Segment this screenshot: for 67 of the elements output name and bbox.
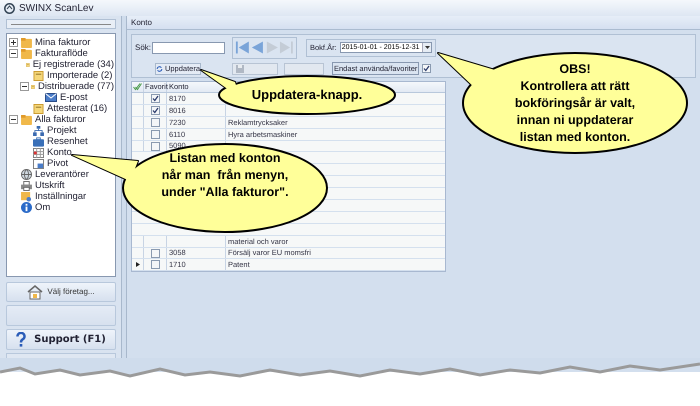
callout-text: Uppdatera-knapp.: [250, 86, 364, 104]
callout-text: bokföringsår är valt,: [514, 95, 636, 112]
caret-icon: [424, 46, 430, 50]
tree-item[interactable]: Resenhet: [46, 136, 89, 147]
tree-item[interactable]: Attesterat (16): [46, 103, 108, 114]
callout-text: Listan med konton: [169, 150, 281, 167]
tree-item[interactable]: E-post: [59, 92, 88, 103]
checkmarks-icon: [133, 83, 142, 91]
only-used-checkbox[interactable]: [422, 64, 432, 73]
favorite-checkbox[interactable]: [150, 106, 160, 115]
tree-item[interactable]: Konto: [46, 147, 73, 158]
tree-item[interactable]: Fakturaflöde: [34, 48, 89, 59]
table-icon: [33, 148, 44, 158]
favorite-checkbox[interactable]: [150, 142, 160, 150]
printer-icon: [21, 180, 32, 190]
folder-icon: [21, 48, 32, 58]
panel-title: Konto: [131, 16, 152, 28]
favorite-checkbox[interactable]: [150, 130, 160, 139]
tree-item[interactable]: Importerade (2): [46, 70, 114, 81]
tree-item[interactable]: Pivot: [46, 158, 70, 169]
callout-text: listan med konton.: [520, 129, 630, 146]
mail-icon: [45, 93, 57, 102]
select-company-button[interactable]: Välj företag...: [6, 282, 116, 302]
folder-icon: [21, 114, 32, 124]
callout-text: under "Alla fakturor".: [161, 184, 289, 201]
globe-icon: [21, 169, 32, 180]
tree-item[interactable]: Inställningar: [34, 191, 88, 202]
previous-page-icon[interactable]: [250, 40, 264, 56]
pivot-table-icon: [33, 158, 44, 168]
tree-item[interactable]: Alla fakturor: [34, 114, 87, 125]
first-page-icon[interactable]: [235, 40, 250, 56]
favorite-checkbox[interactable]: [150, 248, 160, 258]
tree-item[interactable]: Om: [34, 202, 52, 213]
search-label: Sök:: [135, 42, 152, 54]
house-icon: [27, 284, 44, 300]
expand-toggle[interactable]: [9, 38, 18, 47]
favorite-checkbox[interactable]: [150, 260, 160, 270]
support-button[interactable]: Support (F1): [6, 329, 116, 350]
tree-item[interactable]: Projekt: [46, 125, 78, 136]
favorite-checkbox[interactable]: [150, 118, 160, 127]
callout-text: innan ni uppdaterar: [516, 112, 634, 129]
tree-item[interactable]: Distribuerade (77): [36, 81, 115, 92]
document-icon: [33, 104, 44, 114]
folder-icon: [21, 38, 32, 48]
window-title: SWINX ScanLev: [19, 2, 94, 16]
settings-icon: [21, 192, 32, 202]
briefcase-icon: [33, 136, 44, 146]
info-icon: [21, 202, 32, 213]
tree-item[interactable]: Leverantörer: [34, 169, 90, 180]
tree-item[interactable]: Utskrift: [34, 180, 66, 191]
search-field[interactable]: [152, 42, 225, 54]
app-logo-icon: [4, 2, 15, 14]
callout-text: når man från menyn,: [162, 167, 288, 184]
expand-toggle[interactable]: [9, 49, 18, 58]
expand-toggle[interactable]: [9, 115, 18, 124]
callout-text: Kontrollera att rätt: [520, 78, 630, 95]
tree-item[interactable]: Mina fakturor: [34, 37, 92, 48]
cancel-button[interactable]: [284, 62, 324, 74]
tree-item[interactable]: Ej registrerade (34): [32, 59, 115, 70]
hierarchy-icon: [33, 126, 44, 136]
refresh-icon: [156, 64, 163, 72]
favorite-checkbox[interactable]: [150, 94, 160, 103]
callout-text: OBS!: [559, 61, 591, 78]
save-button[interactable]: [232, 62, 278, 74]
help-icon: [16, 332, 26, 347]
splitter-bar[interactable]: [6, 19, 116, 29]
expand-toggle[interactable]: [20, 82, 29, 91]
